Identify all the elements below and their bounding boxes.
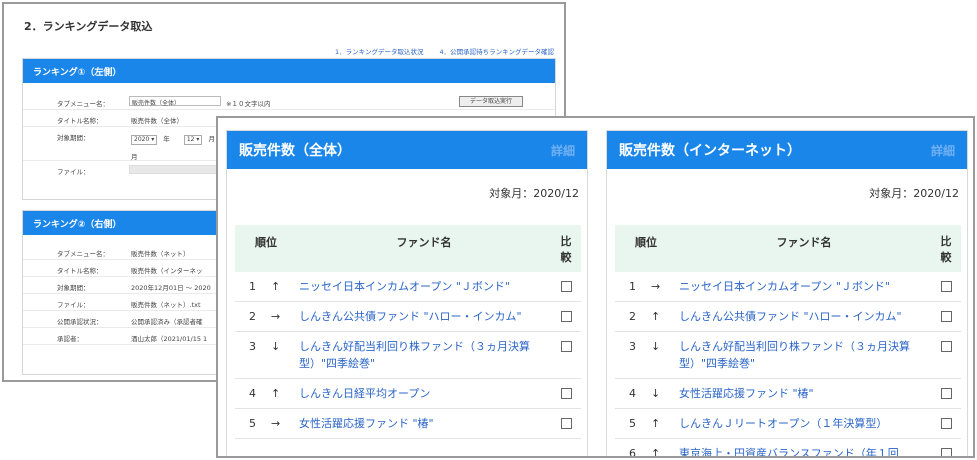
fund-link[interactable]: 東京海上・円資産バランスファンド（年１回 <box>677 439 931 456</box>
rank-number: 6 <box>629 447 636 458</box>
target-month: 対象月：2020/12 <box>869 187 959 200</box>
page-title: 2．ランキングデータ取込 <box>24 20 153 33</box>
ranking-table: 順位 ファンド名 比較 1 → ニッセイ日本インカムオープン "Ｊボンド" 2 ↑ … <box>615 225 961 458</box>
fund-link[interactable]: しんきん公共債ファンド "ハロー・インカム" <box>297 302 551 331</box>
ranking-card-all: 販売件数（全体） 詳細 対象月：2020/12 順位 ファンド名 比較 1 ↑ ニ… <box>226 130 588 456</box>
rank-number: 2 <box>249 310 256 323</box>
title-input[interactable]: 販売件数（全体） <box>131 115 183 125</box>
trend-arrow-icon: ↓ <box>651 340 661 353</box>
compare-checkbox[interactable] <box>940 341 952 352</box>
table-row: 1 ↑ ニッセイ日本インカムオープン "Ｊボンド" <box>235 272 581 302</box>
table-row: 5 → 女性活躍応援ファンド "椿" <box>235 409 581 439</box>
compare-checkbox[interactable] <box>560 281 572 292</box>
fund-link[interactable]: しんきん日経平均オープン <box>297 379 551 408</box>
header-compare: 比較 <box>560 235 572 264</box>
compare-checkbox[interactable] <box>560 418 572 429</box>
link-import-status[interactable]: 1．ランキングデータ取込状況 <box>335 48 423 56</box>
fund-link[interactable]: ニッセイ日本インカムオープン "Ｊボンド" <box>297 272 551 301</box>
year-select[interactable]: 2020 ▾ <box>131 135 158 145</box>
trend-arrow-icon: ↑ <box>651 310 661 323</box>
fund-link[interactable]: しんきん公共債ファンド "ハロー・インカム" <box>677 302 931 331</box>
fund-link[interactable]: 女性活躍応援ファンド "椿" <box>297 409 551 438</box>
header-compare: 比較 <box>940 235 952 264</box>
link-pending-approval[interactable]: 4．公開承認待ちランキングデータ確認 <box>440 48 554 56</box>
table-row: 4 ↑ しんきん日経平均オープン <box>235 379 581 409</box>
rank-number: 2 <box>629 310 636 323</box>
import-data-button[interactable]: データ取込実行 <box>459 96 523 107</box>
compare-checkbox[interactable] <box>940 388 952 399</box>
target-month: 対象月：2020/12 <box>489 187 579 200</box>
field-label: タブメニュー名： <box>57 100 109 108</box>
field-note: ※１０文字以内 <box>226 100 271 108</box>
compare-checkbox[interactable] <box>940 281 952 292</box>
header-fund-name: ファンド名 <box>776 236 832 249</box>
card-header: 販売件数（インターネット） 詳細 <box>607 131 967 169</box>
card-header: 販売件数（全体） 詳細 <box>227 131 587 169</box>
compare-checkbox[interactable] <box>560 388 572 399</box>
trend-arrow-icon: → <box>651 280 661 293</box>
compare-checkbox[interactable] <box>560 311 572 322</box>
detail-link[interactable]: 詳細 <box>551 142 575 159</box>
field-label: タイトル名称： <box>57 117 103 125</box>
table-row: 4 ↓ 女性活躍応援ファンド "椿" <box>615 379 961 409</box>
rank-number: 1 <box>629 280 636 293</box>
trend-arrow-icon: ↑ <box>271 280 281 293</box>
rank-number: 4 <box>249 387 256 400</box>
card-title: 販売件数（インターネット） <box>619 143 801 159</box>
trend-arrow-icon: ↑ <box>271 387 281 400</box>
compare-checkbox[interactable] <box>560 341 572 352</box>
field-label: ファイル： <box>57 168 90 176</box>
table-header: 順位 ファンド名 比較 <box>235 225 581 272</box>
header-rank: 順位 <box>635 236 657 249</box>
trend-arrow-icon: → <box>271 417 281 430</box>
month-unit-2: 月 <box>131 153 138 161</box>
table-row: 5 ↑ しんきんＪリートオープン（１年決算型） <box>615 409 961 439</box>
ranking-preview-window: 販売件数（全体） 詳細 対象月：2020/12 順位 ファンド名 比較 1 ↑ ニ… <box>216 116 975 458</box>
panel-header: ランキング①（左側） <box>23 59 555 83</box>
table-row: 2 → しんきん公共債ファンド "ハロー・インカム" <box>235 302 581 332</box>
fund-link[interactable]: 女性活躍応援ファンド "椿" <box>677 379 931 408</box>
table-row: 3 ↓ しんきん好配当利回り株ファンド（３ヵ月決算型）"四季絵巻" <box>615 332 961 379</box>
rank-number: 5 <box>249 417 256 430</box>
form-row-tab-menu: タブメニュー名： 販売件数（全体） ※１０文字以内 データ取込実行 <box>23 93 555 110</box>
card-title: 販売件数（全体） <box>239 143 351 159</box>
detail-link[interactable]: 詳細 <box>931 142 955 159</box>
header-fund-name: ファンド名 <box>396 236 452 249</box>
month-select[interactable]: 12 ▾ <box>183 135 203 145</box>
compare-checkbox[interactable] <box>940 418 952 429</box>
fund-link[interactable]: しんきんＪリートオープン（１年決算型） <box>677 409 931 438</box>
header-rank: 順位 <box>255 236 277 249</box>
year-unit: 年 <box>163 135 170 143</box>
table-row: 3 ↓ しんきん好配当利回り株ファンド（３ヵ月決算型）"四季絵巻" <box>235 332 581 379</box>
table-row: 6 ↑ 東京海上・円資産バランスファンド（年１回 <box>615 439 961 458</box>
trend-arrow-icon: ↑ <box>651 417 661 430</box>
rank-number: 3 <box>629 340 636 353</box>
month-unit: 月 <box>208 135 216 143</box>
trend-arrow-icon: → <box>271 310 281 323</box>
field-label: 対象期間： <box>57 134 90 142</box>
ranking-card-internet: 販売件数（インターネット） 詳細 対象月：2020/12 順位 ファンド名 比較… <box>606 130 968 458</box>
rank-number: 4 <box>629 387 636 400</box>
trend-arrow-icon: ↓ <box>651 387 661 400</box>
fund-link[interactable]: ニッセイ日本インカムオープン "Ｊボンド" <box>677 272 931 301</box>
compare-checkbox[interactable] <box>940 311 952 322</box>
tab-menu-input[interactable]: 販売件数（全体） <box>129 96 221 107</box>
rank-number: 5 <box>629 417 636 430</box>
trend-arrow-icon: ↑ <box>651 447 661 458</box>
table-header: 順位 ファンド名 比較 <box>615 225 961 272</box>
compare-checkbox[interactable] <box>940 448 952 456</box>
section-links: 1．ランキングデータ取込状況 4．公開承認待ちランキングデータ確認 <box>321 46 554 56</box>
rank-number: 3 <box>249 340 256 353</box>
rank-number: 1 <box>249 280 256 293</box>
fund-link[interactable]: しんきん好配当利回り株ファンド（３ヵ月決算型）"四季絵巻" <box>297 332 551 378</box>
table-row: 1 → ニッセイ日本インカムオープン "Ｊボンド" <box>615 272 961 302</box>
fund-link[interactable]: しんきん好配当利回り株ファンド（３ヵ月決算型）"四季絵巻" <box>677 332 931 378</box>
table-row: 2 ↑ しんきん公共債ファンド "ハロー・インカム" <box>615 302 961 332</box>
trend-arrow-icon: ↓ <box>271 340 281 353</box>
ranking-table: 順位 ファンド名 比較 1 ↑ ニッセイ日本インカムオープン "Ｊボンド" 2 → … <box>235 225 581 439</box>
